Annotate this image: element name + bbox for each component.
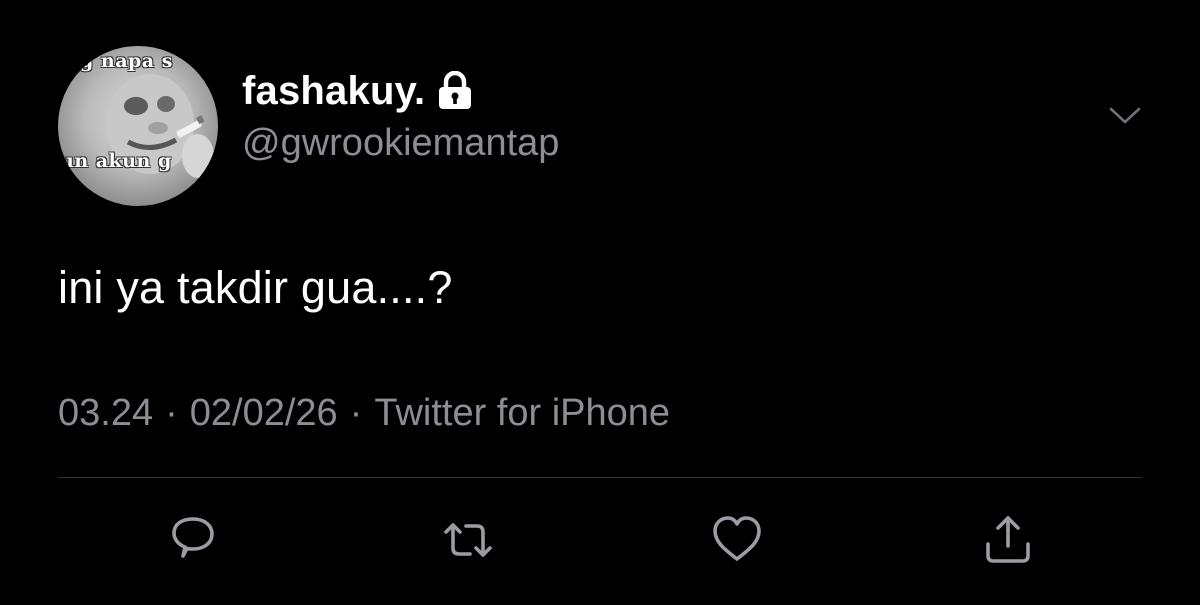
lock-icon bbox=[437, 70, 473, 111]
avatar-caption-top: g napa s bbox=[80, 50, 173, 72]
tweet-metadata: 03.24 · 02/02/26 · Twitter for iPhone bbox=[58, 392, 670, 435]
avatar[interactable]: g napa s un akun g bbox=[58, 46, 218, 206]
share-button[interactable] bbox=[980, 512, 1036, 568]
display-name-row: fashakuy. bbox=[242, 66, 473, 116]
tweet-time[interactable]: 03.24 bbox=[58, 392, 153, 434]
heart-icon bbox=[713, 516, 761, 561]
reply-button[interactable] bbox=[165, 512, 221, 568]
like-button[interactable] bbox=[709, 512, 765, 568]
avatar-caption-bottom: un akun g bbox=[60, 150, 172, 172]
share-icon bbox=[986, 516, 1030, 563]
display-name[interactable]: fashakuy. bbox=[242, 69, 425, 114]
divider bbox=[58, 477, 1142, 478]
tweet-date[interactable]: 02/02/26 bbox=[190, 392, 338, 434]
retweet-button[interactable] bbox=[440, 512, 496, 568]
reply-icon bbox=[172, 517, 214, 558]
user-handle[interactable]: @gwrookiemantap bbox=[242, 122, 559, 165]
tweet-card: g napa s un akun g fashakuy. @gwrookiema… bbox=[0, 0, 1200, 605]
tweet-text: ini ya takdir gua....? bbox=[58, 262, 453, 313]
meta-separator: · bbox=[165, 392, 178, 434]
chevron-down-icon[interactable] bbox=[1108, 100, 1142, 130]
retweet-icon bbox=[444, 523, 492, 557]
meta-separator: · bbox=[349, 392, 363, 434]
tweet-source-link[interactable]: Twitter for iPhone bbox=[374, 392, 670, 434]
